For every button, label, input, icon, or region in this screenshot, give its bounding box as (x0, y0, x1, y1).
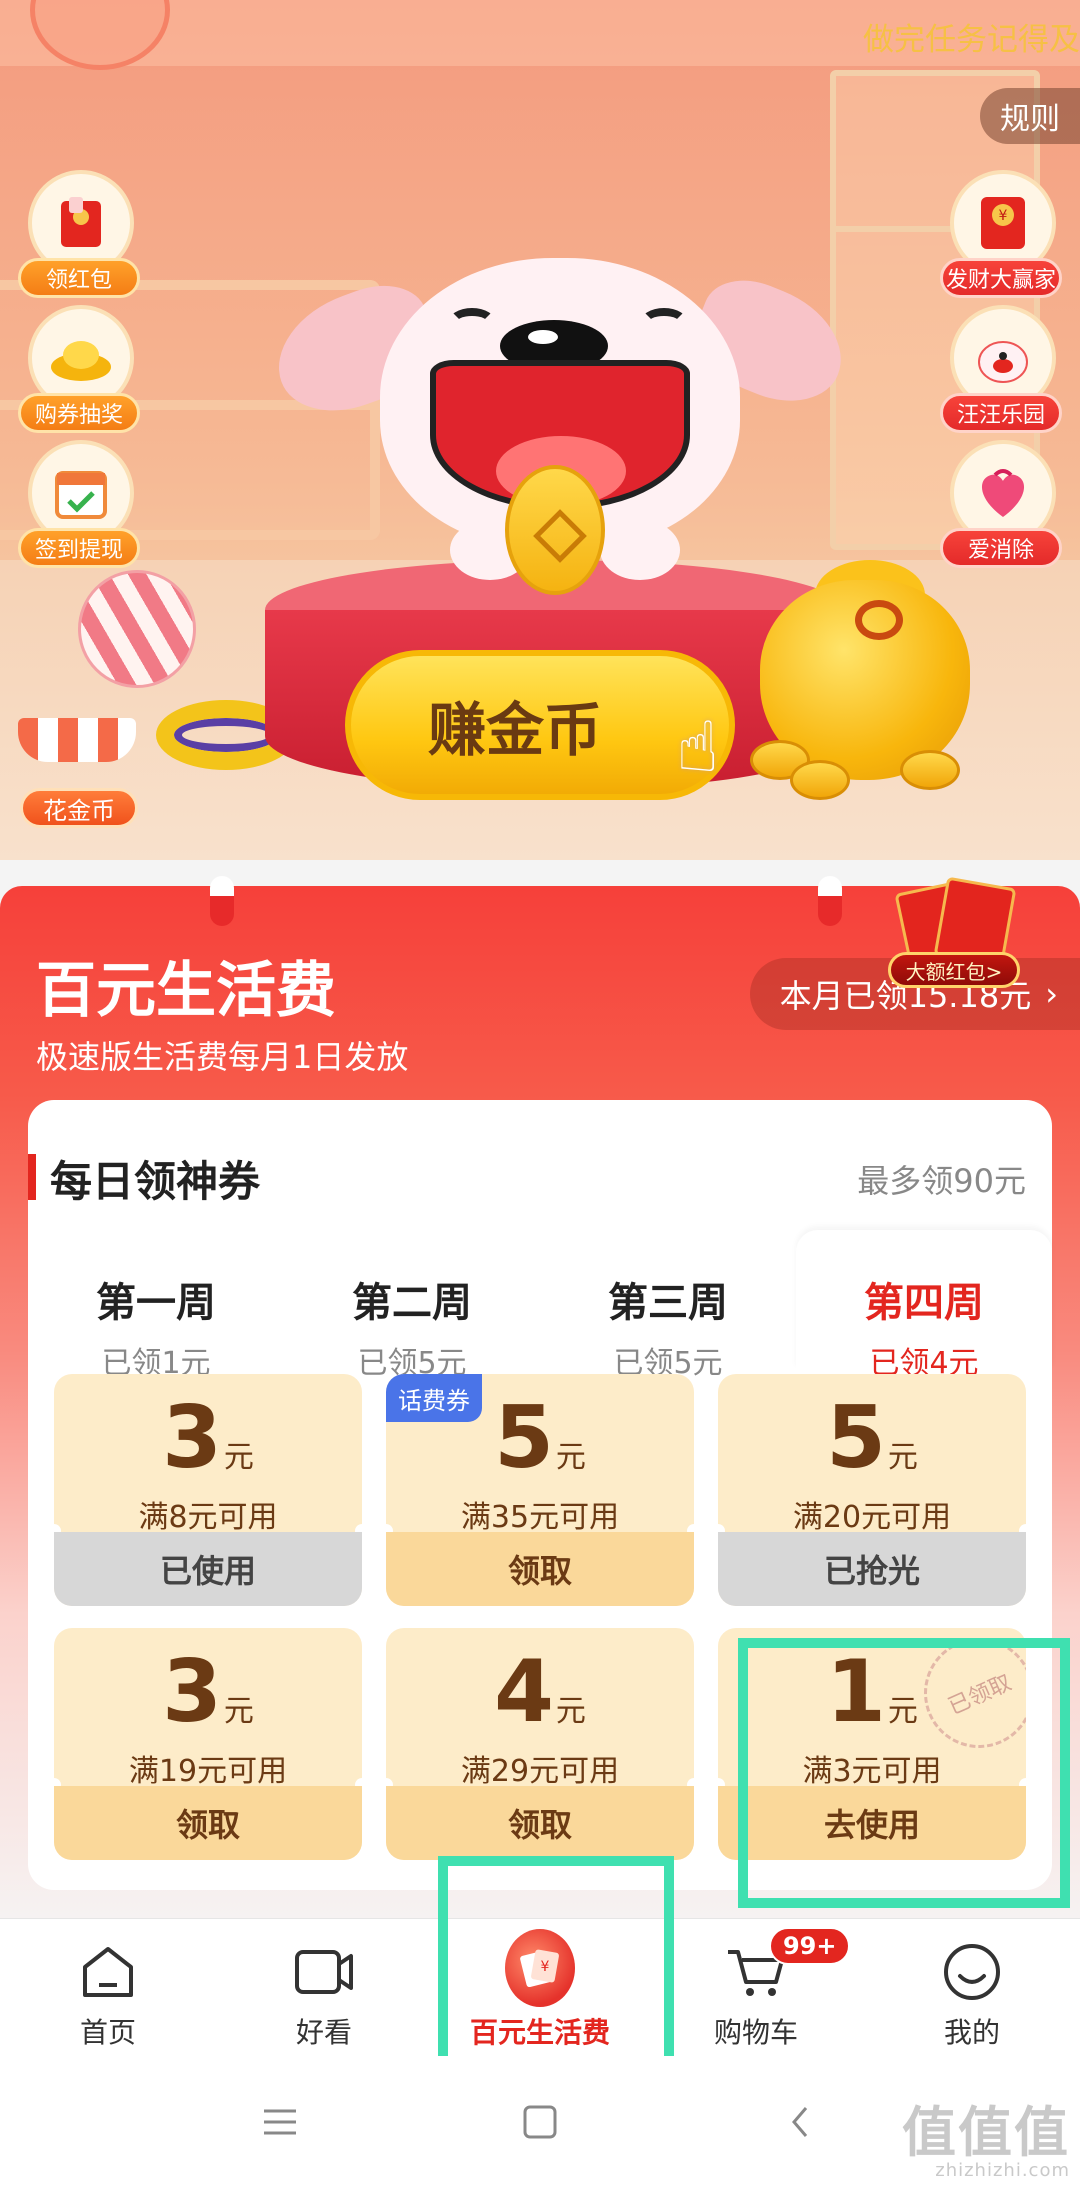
mascot-eye-left (448, 308, 496, 338)
dog-park-icon (978, 341, 1028, 383)
earn-coins-label: 赚金币 (427, 696, 602, 764)
red-packet-label: 领红包 (18, 258, 140, 298)
svg-text:¥: ¥ (999, 208, 1008, 224)
tab-watch[interactable]: 好看 (216, 1919, 432, 2056)
spend-coins-label: 花金币 (20, 788, 138, 828)
tab-home[interactable]: 首页 (0, 1919, 216, 2056)
coupon-condition: 满29元可用 (460, 1754, 620, 1789)
tab-week-4[interactable]: 第四周 已领4元 (796, 1230, 1052, 1381)
menu-button[interactable] (250, 2092, 310, 2152)
profile-icon (944, 1944, 1000, 2000)
mascot-eye-right (640, 308, 688, 338)
coupon-amount: 5元 (494, 1388, 586, 1488)
square-home-icon (523, 2105, 557, 2138)
coupon-lottery-label: 购券抽奖 (18, 393, 140, 433)
coupon-claim-button[interactable]: 领取 (54, 1786, 362, 1860)
coupon-sold-out-button: 已抢光 (718, 1532, 1026, 1606)
tab-label: 好看 (295, 2016, 352, 2049)
gold-ingot-icon (51, 341, 111, 381)
pin-decoration (210, 876, 234, 926)
spend-coins-entry[interactable]: 花金币 (18, 718, 138, 828)
coupon-item: 4元 满29元可用 领取 (386, 1628, 694, 1860)
red-packet-icon (61, 197, 101, 247)
menu-icon (264, 2109, 296, 2134)
red-envelope-icon: ¥ (981, 197, 1025, 249)
coupon-amount: 3元 (162, 1388, 254, 1488)
week-name: 第四周 (864, 1280, 984, 1326)
big-redpack-entry[interactable]: 大额红包> (888, 876, 1020, 988)
tab-label: 首页 (79, 2016, 136, 2049)
living-fee-subtitle: 极速版生活费每月1日发放 (36, 1038, 409, 1076)
tab-week-1[interactable]: 第一周 已领1元 (28, 1230, 284, 1381)
coupon-condition: 满35元可用 (460, 1500, 620, 1535)
money-bag-knot (855, 600, 903, 640)
tab-profile[interactable]: 我的 (864, 1919, 1080, 2056)
big-winner-label: 发财大赢家 (940, 258, 1062, 298)
big-winner-entry[interactable]: ¥ 发财大赢家 (940, 170, 1062, 300)
checkin-withdraw-label: 签到提现 (18, 528, 140, 568)
heart-gift-icon (981, 469, 1025, 517)
daily-coupon-title: 每日领神券 (50, 1157, 261, 1206)
tab-label: 购物车 (713, 2016, 798, 2049)
tab-label: 我的 (943, 2016, 1000, 2049)
checkin-withdraw-entry[interactable]: 签到提现 (18, 440, 140, 570)
coupon-claim-button[interactable]: 领取 (386, 1532, 694, 1606)
coupon-item: 3元 满19元可用 领取 (54, 1628, 362, 1860)
week-name: 第三周 (608, 1280, 728, 1326)
watermark-logo: 值值值 (902, 2101, 1070, 2164)
match-game-label: 爱消除 (940, 528, 1062, 568)
coupon-condition: 满19元可用 (128, 1754, 288, 1789)
coupon-amount: 3元 (162, 1642, 254, 1742)
pin-decoration (818, 876, 842, 926)
coupon-amount: 5元 (826, 1388, 918, 1488)
red-packet-entry[interactable]: 领红包 (18, 170, 140, 300)
home-button[interactable] (510, 2092, 570, 2152)
week-tabs: 第一周 已领1元 第二周 已领5元 第三周 已领5元 第四周 已领4元 (28, 1230, 1052, 1381)
coupon-claim-button[interactable]: 领取 (386, 1786, 694, 1860)
back-button[interactable] (770, 2092, 830, 2152)
section-marker (28, 1154, 36, 1200)
living-fee-title: 百元生活费 (36, 956, 336, 1026)
tab-week-2[interactable]: 第二周 已领5元 (284, 1230, 540, 1381)
dog-park-label: 汪汪乐园 (940, 393, 1062, 433)
week-name: 第一周 (96, 1280, 216, 1326)
chevron-right-icon: › (1045, 975, 1058, 1013)
coin-icon (790, 760, 850, 800)
coupon-item: 3元 满8元可用 已使用 (54, 1374, 362, 1606)
earn-coins-button[interactable]: 赚金币 ☝ (345, 650, 735, 800)
big-redpack-label: 大额红包> (888, 952, 1020, 988)
site-watermark: 值值值 zhizhizhi.com (902, 2101, 1070, 2182)
coupon-used-button: 已使用 (54, 1532, 362, 1606)
system-navigation-bar: 值值值 zhizhizhi.com (0, 2056, 1080, 2187)
shop-awning-icon (18, 718, 136, 762)
max-claim-text: 最多领90元 (857, 1162, 1026, 1200)
coupon-condition: 满8元可用 (138, 1500, 278, 1535)
gold-coin-icon (505, 465, 605, 595)
cart-count-badge: 99+ (768, 1927, 851, 1965)
coupon-amount: 4元 (494, 1642, 586, 1742)
coupon-item: 5元 满20元可用 已抢光 (718, 1374, 1026, 1606)
dog-park-entry[interactable]: 汪汪乐园 (940, 305, 1062, 435)
pointing-hand-icon: ☝ (676, 706, 719, 788)
coupon-item: 话费券 5元 满35元可用 领取 (386, 1374, 694, 1606)
rules-button[interactable]: 规则 (980, 88, 1080, 144)
week-name: 第二周 (352, 1280, 472, 1326)
home-icon (83, 1947, 133, 1997)
calendar-check-icon (55, 471, 107, 519)
task-reminder-marquee: 做完任务记得及 (863, 22, 1080, 58)
hero-banner: 做完任务记得及 规则 领红包 购券抽奖 签到提现 ¥ 发财大赢家 汪汪乐园 爱消… (0, 0, 1080, 860)
back-arrow-icon (792, 2106, 808, 2137)
striped-ball (78, 570, 196, 688)
coin-icon (900, 750, 960, 790)
coupon-condition: 满20元可用 (792, 1500, 952, 1535)
mascot-paw-right (600, 520, 680, 580)
highlight-box-coupon (738, 1638, 1070, 1908)
coupon-lottery-entry[interactable]: 购券抽奖 (18, 305, 140, 435)
tab-week-3[interactable]: 第三周 已领5元 (540, 1230, 796, 1381)
match-game-entry[interactable]: 爱消除 (940, 440, 1062, 570)
video-icon (295, 1950, 353, 1994)
tab-cart[interactable]: 购物车 99+ (648, 1919, 864, 2056)
